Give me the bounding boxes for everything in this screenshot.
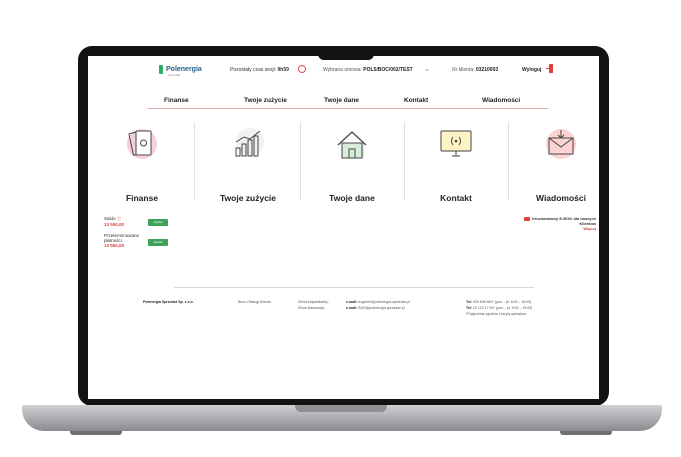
- logo-subtext: Sprzedaż: [168, 73, 181, 77]
- logo-icon: [159, 65, 163, 74]
- contract-label: Wybrana umowa:: [323, 67, 362, 73]
- balance-value: 13 550,00: [104, 222, 125, 227]
- nav-twoje-dane[interactable]: Twoje dane: [324, 97, 359, 104]
- company-name: Polenergia Sprzedaż Sp. z o.o.: [143, 300, 194, 304]
- pay-button[interactable]: Zapłać: [148, 219, 168, 226]
- brand-logo[interactable]: Polenergia Sprzedaż: [159, 65, 202, 77]
- client-individual-label: Klient indywidualny:: [298, 300, 329, 304]
- money-icon: [127, 129, 157, 159]
- nav-wiadomosci[interactable]: Wiadomości: [482, 97, 520, 104]
- chevron-down-icon[interactable]: ⌄: [424, 65, 430, 73]
- contract-value: POL5/BOC/002/TEST: [363, 67, 413, 73]
- client-label: Nr klienta:: [452, 67, 475, 73]
- email-link[interactable]: bogreen@polenergia-sprzedaz.pl: [358, 300, 410, 304]
- tile-twoje-zuzycie[interactable]: Twoje zużycie: [196, 120, 300, 210]
- nav-kontakt[interactable]: Kontakt: [404, 97, 428, 104]
- tile-label: Finanse: [125, 193, 159, 203]
- contract-selector[interactable]: Wybrana umowa: POL5/BOC/002/TEST: [323, 67, 413, 73]
- clock-icon: [298, 65, 306, 73]
- email-label: e-mail:: [346, 306, 358, 310]
- email-label: e-mail:: [346, 300, 358, 304]
- tel-label: Tel:: [466, 300, 472, 304]
- laptop-foot: [560, 431, 612, 435]
- nav-twoje-zuzycie[interactable]: Twoje zużycie: [244, 97, 287, 104]
- monitor-icon: [440, 130, 472, 157]
- tile-finanse[interactable]: Finanse: [90, 120, 194, 210]
- tel-note: *Połączenia zgodnie z taryfą operatora: [466, 312, 527, 316]
- email-link[interactable]: BOK@polenergia-sprzedaz.pl: [358, 306, 404, 310]
- nav-finanse[interactable]: Finanse: [164, 97, 189, 104]
- footer-emails: e-mail: bogreen@polenergia-sprzedaz.pl e…: [346, 299, 410, 311]
- top-header: Polenergia Sprzedaż Pozostały czas sesji…: [88, 56, 599, 86]
- divider: [194, 122, 195, 200]
- overdue-value: 13 550,00: [104, 243, 125, 248]
- footer-divider: [174, 287, 534, 288]
- balance-row: Saldo ⓘ 13 550,00: [104, 216, 184, 227]
- info-icon[interactable]: ⓘ: [117, 216, 122, 221]
- tel-value[interactable]: 029 605 660* (pon. - pt. 8:00 – 18:00): [473, 300, 531, 304]
- tile-label: Wiadomości: [536, 193, 586, 203]
- pay-overdue-button[interactable]: Zapłać: [148, 239, 168, 246]
- house-icon: [337, 131, 367, 159]
- footer-company: Polenergia Sprzedaż Sp. z o.o.: [143, 299, 194, 305]
- footer-clients: Klient indywidualny: Klient biznesowy:: [298, 299, 329, 311]
- client-number: Nr klienta: 03210003: [452, 67, 498, 73]
- tile-wiadomosci[interactable]: Wiadomości: [509, 120, 599, 210]
- tile-label: Kontakt: [440, 193, 472, 203]
- more-link[interactable]: Więcej: [583, 226, 596, 231]
- chart-icon: [235, 128, 264, 157]
- overdue-label: Przeterminowane płatności: [104, 233, 140, 243]
- session-time: 9h59: [277, 67, 289, 73]
- tiles: Finanse Twoje zużycie Twoje dane Kontakt…: [88, 120, 599, 210]
- logout-button[interactable]: Wyloguj: [522, 67, 541, 73]
- laptop-foot: [70, 431, 122, 435]
- tile-kontakt[interactable]: Kontakt: [404, 120, 508, 210]
- tel-value[interactable]: 22 129 17 50* (pon. - pt. 9:00 – 15:00): [473, 306, 532, 310]
- tile-twoje-dane[interactable]: Twoje dane: [300, 120, 404, 210]
- overdue-row: Przeterminowane płatności 13 550,00: [104, 233, 140, 248]
- client-business-label: Klient biznesowy:: [298, 306, 326, 310]
- logout-icon[interactable]: [546, 64, 553, 73]
- message-panel: Uruchamiamy E-BOK dla naszych Klientów W…: [524, 216, 596, 231]
- session-timer: Pozostały czas sesji: 9h59: [230, 67, 289, 73]
- main-nav: Finanse Twoje zużycie Twoje dane Kontakt…: [148, 96, 548, 109]
- tel-label: Tel:: [466, 306, 472, 310]
- tile-label: Twoje zużycie: [219, 193, 277, 203]
- envelope-icon: [546, 129, 576, 159]
- logo-text: Polenergia: [166, 66, 202, 73]
- client-value: 03210003: [475, 67, 499, 73]
- footer-phones: Tel: 029 605 660* (pon. - pt. 8:00 – 18:…: [466, 299, 532, 317]
- footer-office: Biuro Obsługi Klienta: [238, 300, 271, 304]
- message-text: Uruchamiamy E-BOK dla naszych Klientów: [531, 216, 596, 226]
- tile-label: Twoje dane: [329, 193, 375, 203]
- session-label: Pozostały czas sesji:: [230, 67, 277, 73]
- screen: Polenergia Sprzedaż Pozostały czas sesji…: [88, 56, 599, 399]
- balance-label: Saldo: [104, 216, 116, 221]
- camera-notch: [318, 46, 374, 60]
- laptop-hinge-notch: [295, 405, 387, 412]
